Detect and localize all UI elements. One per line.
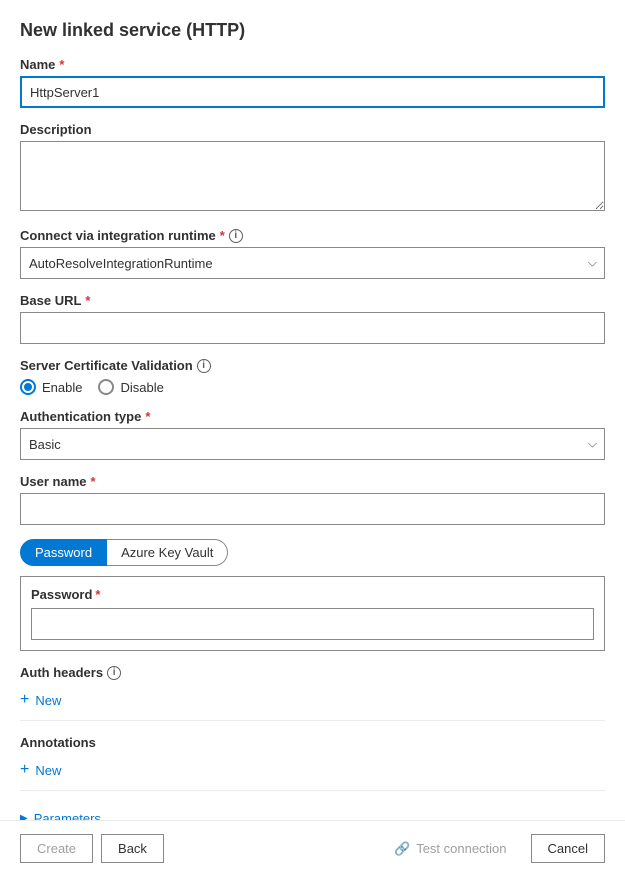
description-input[interactable] bbox=[20, 141, 605, 211]
auth-type-required-star: * bbox=[145, 409, 150, 424]
password-field-label: Password * bbox=[31, 587, 594, 602]
cert-info-icon[interactable]: i bbox=[197, 359, 211, 373]
runtime-required-star: * bbox=[220, 228, 225, 243]
name-field-group: Name * bbox=[20, 57, 605, 108]
disable-radio-option[interactable]: Disable bbox=[98, 379, 163, 395]
username-input[interactable] bbox=[20, 493, 605, 525]
password-tab-group: Password Azure Key Vault Password * bbox=[20, 539, 605, 651]
annotations-new-wrapper: + New bbox=[20, 758, 605, 782]
auth-headers-label: Auth headers i bbox=[20, 665, 605, 680]
enable-radio-circle bbox=[20, 379, 36, 395]
annotations-new-label: New bbox=[35, 763, 61, 778]
name-label: Name * bbox=[20, 57, 605, 72]
runtime-info-icon[interactable]: i bbox=[229, 229, 243, 243]
description-label: Description bbox=[20, 122, 605, 137]
runtime-select[interactable]: AutoResolveIntegrationRuntime bbox=[20, 247, 605, 279]
auth-headers-new-wrapper: + New bbox=[20, 688, 605, 712]
back-button[interactable]: Back bbox=[101, 834, 164, 863]
disable-radio-circle bbox=[98, 379, 114, 395]
footer: Create Back 🔗 Test connection Cancel bbox=[0, 820, 625, 876]
auth-headers-info-icon[interactable]: i bbox=[107, 666, 121, 680]
description-field-group: Description bbox=[20, 122, 605, 214]
parameters-label: Parameters bbox=[34, 811, 101, 820]
annotations-new-button[interactable]: + New bbox=[20, 758, 61, 782]
auth-headers-new-label: New bbox=[35, 693, 61, 708]
test-connection-label: Test connection bbox=[416, 841, 506, 856]
password-box: Password * bbox=[20, 576, 605, 651]
footer-right: 🔗 Test connection Cancel bbox=[378, 834, 605, 863]
annotations-label: Annotations bbox=[20, 735, 605, 750]
auth-headers-group: Auth headers i + New bbox=[20, 665, 605, 721]
test-connection-button[interactable]: 🔗 Test connection bbox=[378, 835, 523, 863]
cert-radio-group: Enable Disable bbox=[20, 379, 605, 395]
password-input[interactable] bbox=[31, 608, 594, 640]
auth-headers-plus-icon: + bbox=[20, 692, 29, 708]
parameters-collapse-button[interactable]: ▶ Parameters bbox=[20, 805, 101, 820]
base-url-required-star: * bbox=[85, 293, 90, 308]
runtime-field-group: Connect via integration runtime * i Auto… bbox=[20, 228, 605, 279]
runtime-select-wrapper: AutoResolveIntegrationRuntime ⌵ bbox=[20, 247, 605, 279]
disable-radio-label: Disable bbox=[120, 380, 163, 395]
annotations-plus-icon: + bbox=[20, 762, 29, 778]
enable-radio-label: Enable bbox=[42, 380, 82, 395]
base-url-label: Base URL * bbox=[20, 293, 605, 308]
username-required-star: * bbox=[90, 474, 95, 489]
password-tabs: Password Azure Key Vault bbox=[20, 539, 605, 566]
password-tab[interactable]: Password bbox=[20, 539, 107, 566]
auth-type-select[interactable]: Basic bbox=[20, 428, 605, 460]
parameters-group: ▶ Parameters bbox=[20, 805, 605, 820]
base-url-input[interactable] bbox=[20, 312, 605, 344]
name-required-star: * bbox=[59, 57, 64, 72]
enable-radio-option[interactable]: Enable bbox=[20, 379, 82, 395]
username-label: User name * bbox=[20, 474, 605, 489]
cancel-button[interactable]: Cancel bbox=[531, 834, 605, 863]
auth-type-label: Authentication type * bbox=[20, 409, 605, 424]
auth-headers-divider bbox=[20, 720, 605, 721]
name-input[interactable] bbox=[20, 76, 605, 108]
cert-validation-label: Server Certificate Validation i bbox=[20, 358, 605, 373]
auth-type-select-wrapper: Basic ⌵ bbox=[20, 428, 605, 460]
cert-validation-group: Server Certificate Validation i Enable D… bbox=[20, 358, 605, 395]
annotations-group: Annotations + New bbox=[20, 735, 605, 791]
annotations-divider bbox=[20, 790, 605, 791]
password-required-star: * bbox=[95, 587, 100, 602]
auth-type-field-group: Authentication type * Basic ⌵ bbox=[20, 409, 605, 460]
auth-headers-new-button[interactable]: + New bbox=[20, 688, 61, 712]
runtime-label: Connect via integration runtime * i bbox=[20, 228, 605, 243]
azure-key-vault-tab[interactable]: Azure Key Vault bbox=[107, 539, 228, 566]
page-title: New linked service (HTTP) bbox=[20, 20, 605, 41]
create-button[interactable]: Create bbox=[20, 834, 93, 863]
username-field-group: User name * bbox=[20, 474, 605, 525]
test-connection-icon: 🔗 bbox=[394, 841, 410, 857]
parameters-arrow-icon: ▶ bbox=[20, 813, 28, 820]
base-url-field-group: Base URL * bbox=[20, 293, 605, 344]
